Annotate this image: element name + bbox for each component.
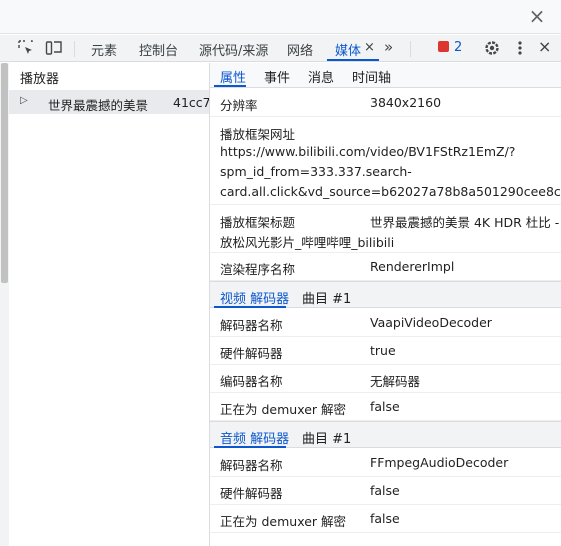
property-value: false [370,483,400,498]
tab-network[interactable]: 网络 [287,40,313,59]
property-row: 渲染程序名称 RendererImpl [210,253,561,281]
issues-icon [438,41,449,52]
property-value-continued: 放松风光影片_哔哩哔哩_bilibili [220,235,395,250]
more-tabs-icon[interactable]: » [384,38,393,56]
tab-console[interactable]: 控制台 [139,40,178,59]
close-devtools-icon[interactable]: × [538,37,551,56]
page-scrollbar[interactable] [0,63,9,546]
subtab-events[interactable]: 事件 [264,67,290,86]
property-key: 渲染程序名称 [220,262,296,277]
property-key: 解码器名称 [220,318,283,333]
player-row[interactable]: ▷ 世界最震撼的美景 41cc72 [9,90,210,114]
property-key: 正在为 demuxer 解密 [220,402,347,417]
tab-video-decoder[interactable]: 视频 解码器 [220,288,289,307]
player-id: 41cc72 [173,95,210,110]
property-row: 正在为 demuxer 解密 false [210,505,561,533]
property-key: 播放框架标题 [220,215,296,230]
property-row: 编码器名称 无解码器 [210,365,561,393]
device-toolbar-icon[interactable] [45,39,63,57]
property-key: 正在为 demuxer 解密 [220,514,347,529]
property-row-frame-url: 播放框架网址 https://www.bilibili.com/video/BV… [210,117,561,205]
player-name: 世界最震撼的美景 [48,98,149,113]
property-row: 正在为 demuxer 解密 false [210,393,561,421]
media-main-panel: 属性 事件 消息 时间轴 分辨率 3840x2160 播放框架网址 https:… [210,63,561,546]
scrollbar-thumb[interactable] [1,63,8,283]
player-list-title: 播放器 [20,72,60,87]
property-value: false [370,511,400,526]
property-row: 硬件解码器 true [210,337,561,365]
window-top-bar: × [0,0,561,34]
active-section-indicator [214,446,286,448]
active-tab-indicator [327,59,379,61]
expand-triangle-icon[interactable]: ▷ [20,95,28,106]
property-value: 3840x2160 [370,95,442,110]
property-key: 硬件解码器 [220,486,283,501]
property-key: 硬件解码器 [220,346,283,361]
frame-url-line: spm_id_from=333.337.search- [220,164,412,179]
kebab-menu-icon[interactable] [511,39,529,57]
video-decoder-section: 视频 解码器 曲目 #1 [210,281,561,308]
property-value: VaapiVideoDecoder [370,315,492,330]
subtab-messages[interactable]: 消息 [308,67,334,86]
property-row: 解码器名称 VaapiVideoDecoder [210,309,561,337]
active-section-indicator [214,306,286,308]
property-value: true [370,343,396,358]
property-value: false [370,399,400,414]
close-tab-icon[interactable]: × [364,40,375,55]
player-list-sidebar: 播放器 ▷ 世界最震撼的美景 41cc72 [9,63,210,546]
devtools-toolbar: 元素 控制台 源代码/来源 网络 媒体 × » 2 × [0,35,561,62]
tab-audio-track[interactable]: 曲目 #1 [302,428,351,447]
tab-sources[interactable]: 源代码/来源 [199,40,268,59]
active-subtab-indicator [214,85,246,87]
property-row-frame-title: 播放框架标题 世界最震撼的美景 4K HDR 杜比 - 放松风光影片_哔哩哔哩_… [210,205,561,253]
toolbar-divider [74,41,75,57]
frame-url-line: card.all.click&vd_source=b62027a78b8a501… [220,184,561,199]
tab-video-track[interactable]: 曲目 #1 [302,288,351,307]
issues-count: 2 [454,40,463,55]
tab-elements[interactable]: 元素 [91,40,117,59]
media-subtabs: 属性 事件 消息 时间轴 [210,63,561,88]
property-row: 解码器名称 FFmpegAudioDecoder [210,449,561,477]
audio-decoder-section: 音频 解码器 曲目 #1 [210,421,561,448]
property-value: 世界最震撼的美景 4K HDR 杜比 - [370,215,560,230]
property-value: FFmpegAudioDecoder [370,455,509,470]
property-value: RendererImpl [370,259,455,274]
settings-gear-icon[interactable] [483,39,501,57]
inspect-element-icon[interactable] [17,39,35,57]
subtab-properties[interactable]: 属性 [220,67,246,86]
close-icon[interactable]: × [527,6,547,26]
property-row: 分辨率 3840x2160 [210,89,561,117]
subtab-timeline[interactable]: 时间轴 [352,67,391,86]
property-key: 编码器名称 [220,374,283,389]
tab-audio-decoder[interactable]: 音频 解码器 [220,428,289,447]
toolbar-divider [410,41,411,57]
property-row: 硬件解码器 false [210,477,561,505]
property-key: 分辨率 [220,98,258,113]
frame-url-line: https://www.bilibili.com/video/BV1FStRz1… [220,144,516,159]
property-key: 解码器名称 [220,458,283,473]
issues-button[interactable]: 2 [438,40,462,55]
property-key: 播放框架网址 [220,127,296,142]
property-value: 无解码器 [370,374,421,389]
tab-media[interactable]: 媒体 [335,40,361,59]
